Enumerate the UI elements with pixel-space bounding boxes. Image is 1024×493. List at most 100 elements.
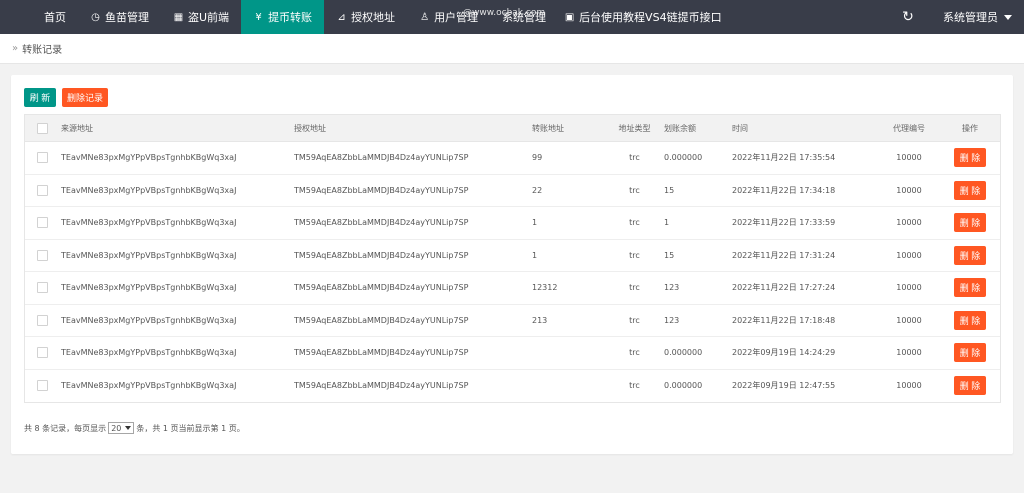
row-checkbox-cell xyxy=(25,314,59,326)
page-size-select[interactable]: 20 xyxy=(108,422,135,434)
row-actions: 删 除 xyxy=(941,213,999,233)
user-icon: ♙ xyxy=(420,11,430,23)
cell-balance: 15 xyxy=(664,250,675,260)
nav-home[interactable]: 首页 xyxy=(0,0,78,34)
cell-balance: 123 xyxy=(664,315,680,325)
cell-auth-address: TM59AqEA8ZbbLaMMDJB4Dz4ayYUNLip7SP xyxy=(294,250,469,260)
admin-menu[interactable]: 系统管理员 xyxy=(943,9,1024,25)
nav-fish-management[interactable]: ◷ 鱼苗管理 xyxy=(78,0,161,34)
cell-time: 2022年09月19日 14:24:29 xyxy=(732,348,836,358)
clock-icon: ◷ xyxy=(91,11,100,23)
nav-frontend[interactable]: ▦ 盗U前端 xyxy=(161,0,241,34)
cell-agent-id: 10000 xyxy=(896,381,922,391)
cell-transfer-address: 12312 xyxy=(532,283,558,293)
nav-label: 鱼苗管理 xyxy=(105,11,149,24)
header-checkbox-cell xyxy=(25,122,59,134)
cell-auth-address: TM59AqEA8ZbbLaMMDJB4Dz4ayYUNLip7SP xyxy=(294,185,469,195)
header-time: 时间 xyxy=(732,123,748,133)
row-actions: 删 除 xyxy=(941,180,999,200)
cell-address-type: trc xyxy=(629,218,640,228)
delete-records-button[interactable]: 删除记录 xyxy=(62,88,108,107)
table-row: TEavMNe83pxMgYPpVBpsTgnhbKBgWq3xaJ TM59Aq… xyxy=(25,240,1000,272)
yen-circle-icon: ¥ xyxy=(255,11,262,23)
cell-address-type: trc xyxy=(629,315,640,325)
row-actions: 删 除 xyxy=(941,148,999,168)
cell-source-address: TEavMNe83pxMgYPpVBpsTgnhbKBgWq3xaJ xyxy=(61,348,237,358)
row-actions: 删 除 xyxy=(941,310,999,330)
select-all-checkbox[interactable] xyxy=(36,122,48,134)
pager-suffix: 条，共 1 页当前显示第 1 页。 xyxy=(136,423,245,433)
table-row: TEavMNe83pxMgYPpVBpsTgnhbKBgWq3xaJ TM59Aq… xyxy=(25,175,1000,207)
transfer-table: 来源地址 授权地址 转账地址 地址类型 划账余额 时间 代理编号 操作 TEav… xyxy=(24,114,1001,403)
cell-auth-address: TM59AqEA8ZbbLaMMDJB4Dz4ayYUNLip7SP xyxy=(294,381,469,391)
delete-button[interactable]: 删 除 xyxy=(954,310,986,330)
cell-time: 2022年11月22日 17:33:59 xyxy=(732,218,836,228)
row-checkbox[interactable] xyxy=(36,314,48,326)
row-actions: 删 除 xyxy=(941,245,999,265)
cell-source-address: TEavMNe83pxMgYPpVBpsTgnhbKBgWq3xaJ xyxy=(61,250,237,260)
cell-auth-address: TM59AqEA8ZbbLaMMDJB4Dz4ayYUNLip7SP xyxy=(294,315,469,325)
cell-time: 2022年11月22日 17:34:18 xyxy=(732,185,836,195)
rss-icon: ⊿ xyxy=(337,11,346,23)
row-checkbox[interactable] xyxy=(36,217,48,229)
cell-agent-id: 10000 xyxy=(896,185,922,195)
cell-agent-id: 10000 xyxy=(896,218,922,228)
delete-button[interactable]: 删 除 xyxy=(954,245,986,265)
row-checkbox-cell xyxy=(25,184,59,196)
row-checkbox-cell xyxy=(25,347,59,359)
row-checkbox[interactable] xyxy=(36,282,48,294)
header-source-address: 来源地址 xyxy=(61,123,93,133)
cell-agent-id: 10000 xyxy=(896,315,922,325)
dropdown-arrow-icon xyxy=(125,426,132,430)
table-header: 来源地址 授权地址 转账地址 地址类型 划账余额 时间 代理编号 操作 xyxy=(25,115,1000,142)
cell-time: 2022年09月19日 12:47:55 xyxy=(732,381,836,391)
nav-tutorial[interactable]: ▣ 后台使用教程VS4链提币接口 xyxy=(558,0,734,34)
cell-auth-address: TM59AqEA8ZbbLaMMDJB4Dz4ayYUNLip7SP xyxy=(294,218,469,228)
row-checkbox[interactable] xyxy=(36,184,48,196)
table-row: TEavMNe83pxMgYPpVBpsTgnhbKBgWq3xaJ TM59Aq… xyxy=(25,142,1000,175)
content-card: 刷 新 删除记录 来源地址 授权地址 转账地址 地址类型 划账余额 时间 代理编… xyxy=(11,75,1013,454)
row-checkbox-cell xyxy=(25,249,59,261)
cell-balance: 15 xyxy=(664,185,675,195)
delete-button[interactable]: 删 除 xyxy=(954,376,986,396)
cell-auth-address: TM59AqEA8ZbbLaMMDJB4Dz4ayYUNLip7SP xyxy=(294,153,469,163)
pagination-info: 共 8 条记录，每页显示 20 条，共 1 页当前显示第 1 页。 xyxy=(24,422,245,434)
nav-label: 盗U前端 xyxy=(188,11,230,24)
nav-authorized-addresses[interactable]: ⊿ 授权地址 xyxy=(324,0,407,34)
cell-source-address: TEavMNe83pxMgYPpVBpsTgnhbKBgWq3xaJ xyxy=(61,218,237,228)
row-actions: 删 除 xyxy=(941,343,999,363)
refresh-button[interactable]: 刷 新 xyxy=(24,88,56,107)
nav-label: 后台使用教程VS4链提币接口 xyxy=(579,11,722,24)
row-checkbox-cell xyxy=(25,152,59,164)
cell-agent-id: 10000 xyxy=(896,283,922,293)
cell-auth-address: TM59AqEA8ZbbLaMMDJB4Dz4ayYUNLip7SP xyxy=(294,283,469,293)
refresh-icon[interactable]: ↻ xyxy=(893,0,923,34)
cell-time: 2022年11月22日 17:35:54 xyxy=(732,153,836,163)
double-chevron-right-icon: » xyxy=(12,43,19,54)
table-row: TEavMNe83pxMgYPpVBpsTgnhbKBgWq3xaJ TM59Aq… xyxy=(25,305,1000,337)
delete-button[interactable]: 删 除 xyxy=(954,148,986,168)
row-checkbox-cell xyxy=(25,380,59,392)
header-address-type: 地址类型 xyxy=(618,123,651,133)
delete-button[interactable]: 删 除 xyxy=(954,213,986,233)
cell-address-type: trc xyxy=(629,185,640,195)
top-nav: 首页 ◷ 鱼苗管理 ▦ 盗U前端 ¥ 提币转账 ⊿ 授权地址 ♙ 用户管理 系统管理 ▣ 后… xyxy=(0,0,1024,34)
header-actions: 操作 xyxy=(962,123,978,133)
cell-address-type: trc xyxy=(629,348,640,358)
delete-button[interactable]: 删 除 xyxy=(954,278,986,298)
delete-button[interactable]: 删 除 xyxy=(954,343,986,363)
table-row: TEavMNe83pxMgYPpVBpsTgnhbKBgWq3xaJ TM59Aq… xyxy=(25,272,1000,305)
row-checkbox[interactable] xyxy=(36,152,48,164)
row-checkbox[interactable] xyxy=(36,347,48,359)
header-balance: 划账余额 xyxy=(664,123,696,133)
cell-address-type: trc xyxy=(629,381,640,391)
cell-source-address: TEavMNe83pxMgYPpVBpsTgnhbKBgWq3xaJ xyxy=(61,283,237,293)
row-checkbox[interactable] xyxy=(36,249,48,261)
cell-address-type: trc xyxy=(629,250,640,260)
watermark: @www.ocbak.com xyxy=(463,8,546,18)
row-checkbox[interactable] xyxy=(36,380,48,392)
cell-balance: 1 xyxy=(664,218,670,228)
delete-button[interactable]: 删 除 xyxy=(954,180,986,200)
admin-name: 系统管理员 xyxy=(943,11,998,24)
nav-withdraw-transfer[interactable]: ¥ 提币转账 xyxy=(241,0,325,34)
